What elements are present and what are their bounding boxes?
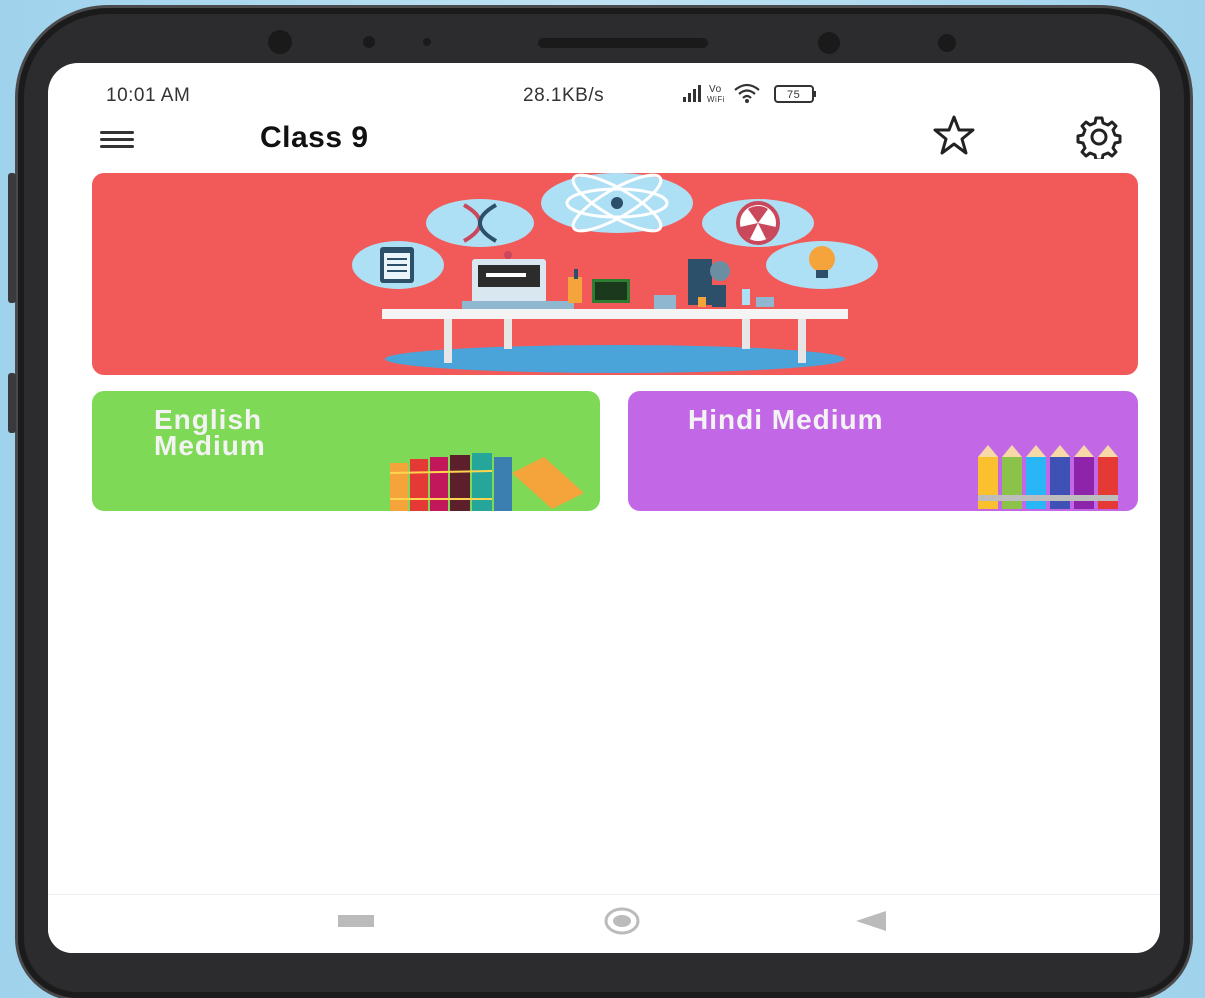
wifi-icon [734, 83, 760, 99]
books-icon [389, 453, 584, 511]
sensor-dot [363, 36, 375, 48]
back-triangle-icon[interactable] [854, 909, 888, 933]
status-time: 10:01 AM [106, 85, 191, 106]
home-circle-icon[interactable] [604, 905, 640, 937]
hindi-medium-label: Hindi Medium [688, 404, 884, 435]
phone-side-button [8, 373, 16, 433]
battery-level: 75 [787, 89, 800, 101]
lab-equipment [462, 251, 774, 309]
front-camera [268, 30, 292, 54]
phone-top-hardware [18, 8, 1190, 68]
status-icons: Vo WiFi 75 [683, 81, 953, 105]
wifi-small-label: WiFi [707, 95, 725, 104]
wifi-dot [745, 99, 749, 103]
science-banner[interactable] [92, 173, 1138, 375]
atom-bubble [541, 173, 693, 233]
recents-square-icon[interactable] [338, 915, 374, 927]
hindi-medium-card[interactable]: Hindi Medium [628, 391, 1138, 511]
app-bar: Class 9 [48, 113, 1160, 173]
system-nav-bar [48, 894, 1160, 953]
signal-bars-icon [683, 85, 701, 102]
english-medium-label: English Medium [154, 404, 266, 461]
english-medium-card[interactable]: English Medium [92, 391, 600, 511]
sensor-dot [423, 38, 431, 46]
network-rate: 28.1KB/s [523, 85, 605, 106]
star-icon[interactable] [932, 113, 976, 157]
phone-frame: 10:01 AM 28.1KB/s Vo WiFi 75 Class 9 Eng… [8, 8, 1190, 998]
gear-icon[interactable] [1076, 115, 1122, 159]
radiation-bubble [702, 199, 814, 247]
sensor-dot [938, 34, 956, 52]
science-lab-illustration [352, 173, 878, 373]
sensor-dot [818, 32, 840, 54]
status-bar: 10:01 AM 28.1KB/s Vo WiFi 75 [48, 63, 1160, 113]
volte-label: Vo [709, 84, 722, 95]
dna-bubble [426, 199, 534, 247]
battery-icon: 75 [774, 85, 816, 103]
clipboard-bubble [352, 241, 444, 289]
page-title: Class 9 [260, 121, 369, 154]
app-screen: 10:01 AM 28.1KB/s Vo WiFi 75 Class 9 Eng… [48, 63, 1160, 953]
lightbulb-bubble [766, 241, 878, 289]
pencils-icon [978, 445, 1118, 509]
phone-side-button [8, 173, 16, 303]
hamburger-menu-icon[interactable] [100, 127, 134, 153]
earpiece-speaker [538, 38, 708, 48]
